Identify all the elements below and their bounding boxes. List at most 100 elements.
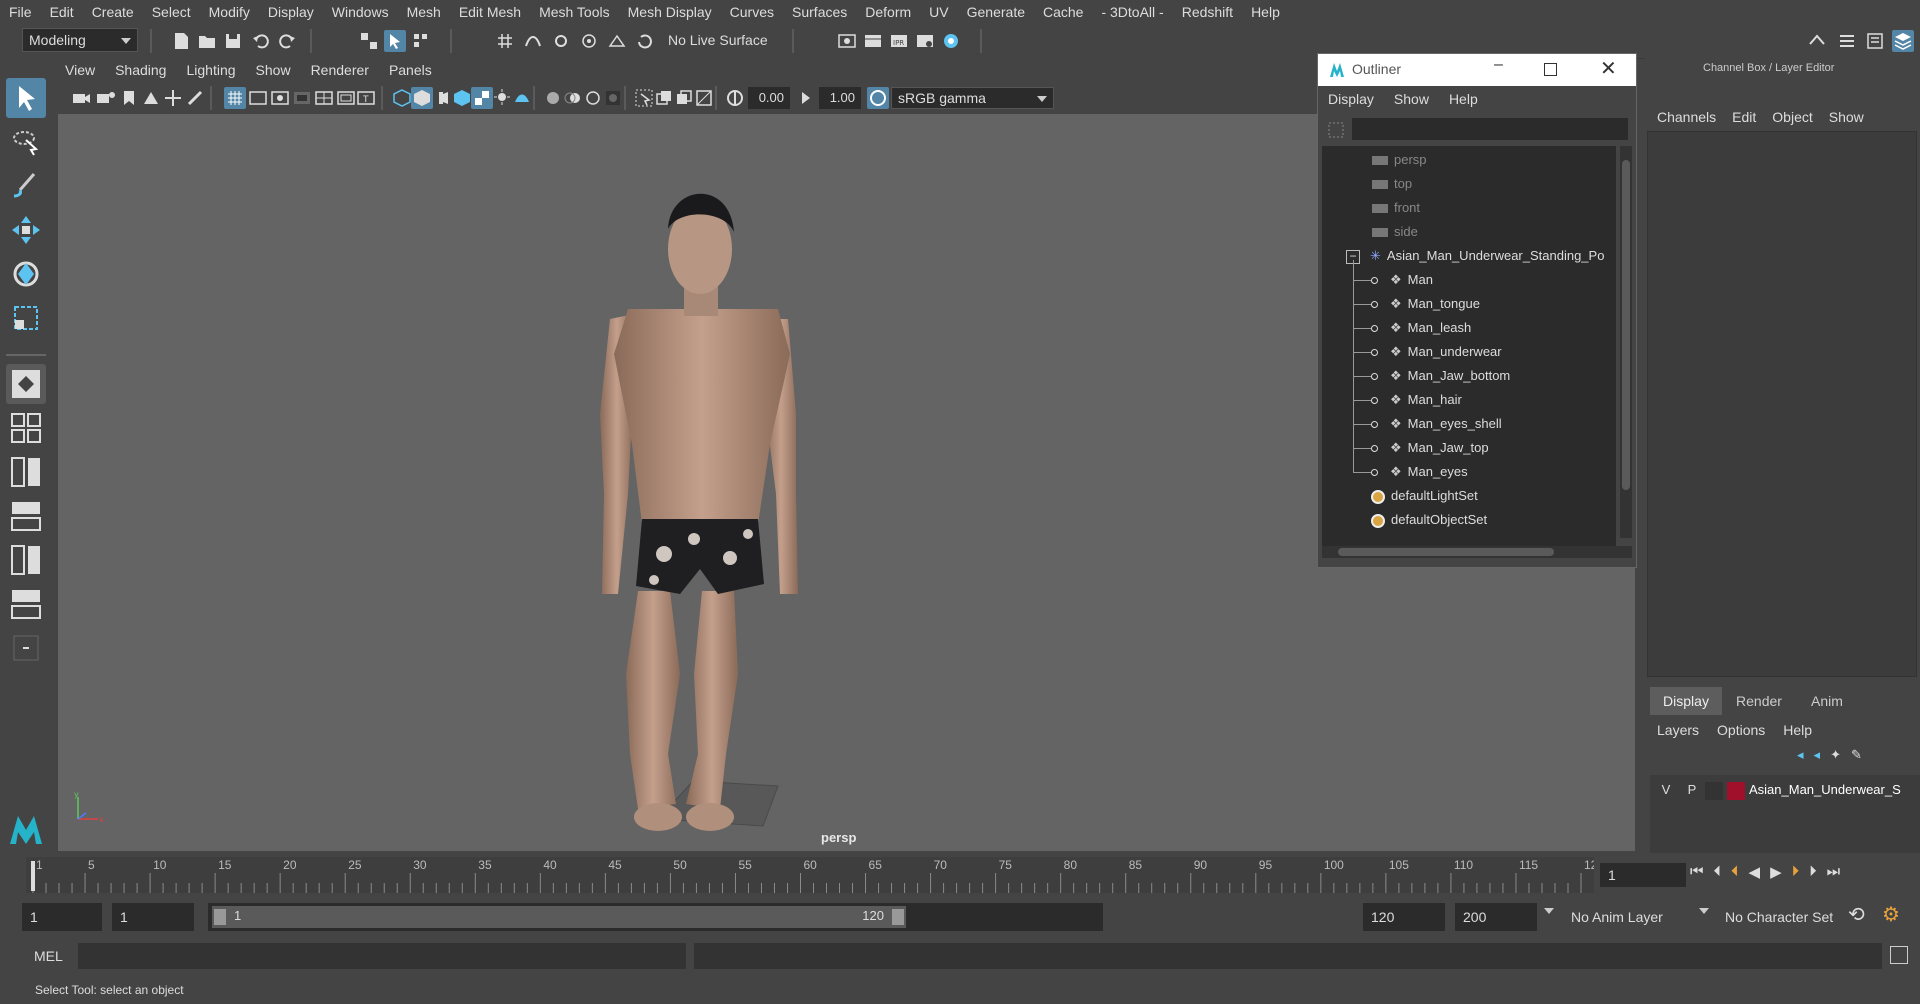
menu-select[interactable]: Select bbox=[143, 0, 200, 24]
menu-file[interactable]: File bbox=[0, 0, 41, 24]
snap-projected-center-icon[interactable] bbox=[578, 30, 600, 52]
menu-windows[interactable]: Windows bbox=[323, 0, 398, 24]
textured-icon[interactable] bbox=[471, 87, 493, 109]
viewport-menu-view[interactable]: View bbox=[55, 62, 105, 78]
lasso-tool-icon[interactable] bbox=[6, 122, 46, 162]
menu-redshift[interactable]: Redshift bbox=[1173, 0, 1242, 24]
outliner-menu-display[interactable]: Display bbox=[1318, 91, 1384, 107]
redo-icon[interactable] bbox=[276, 30, 298, 52]
menu-mesh-tools[interactable]: Mesh Tools bbox=[530, 0, 619, 24]
tree-item-set[interactable]: defaultObjectSet bbox=[1371, 508, 1487, 532]
horizontal-scrollbar[interactable] bbox=[1322, 546, 1632, 558]
outliner-search-input[interactable] bbox=[1352, 118, 1628, 140]
live-surface-field[interactable]: No Live Surface bbox=[662, 29, 786, 53]
more-layouts-icon[interactable] bbox=[6, 628, 46, 668]
render-view-icon[interactable] bbox=[914, 30, 936, 52]
close-button[interactable]: ✕ bbox=[1600, 56, 1617, 81]
scrollbar-thumb[interactable] bbox=[1622, 160, 1630, 490]
tree-item-mesh[interactable]: ❖ Man_Jaw_bottom bbox=[1353, 364, 1510, 388]
safe-action-icon[interactable] bbox=[335, 87, 357, 109]
film-gate-icon[interactable] bbox=[247, 87, 269, 109]
bookmark-icon[interactable] bbox=[118, 87, 140, 109]
character-set-dropdown[interactable]: No Character Set bbox=[1717, 903, 1857, 931]
safe-title-icon[interactable]: T bbox=[355, 87, 377, 109]
new-scene-icon[interactable] bbox=[170, 30, 192, 52]
current-frame-field[interactable]: 1 bbox=[1600, 863, 1686, 887]
command-input[interactable] bbox=[78, 943, 686, 969]
minimize-button[interactable]: – bbox=[1494, 56, 1503, 74]
snap-curve-icon[interactable] bbox=[522, 30, 544, 52]
persp-outliner-layout-icon[interactable] bbox=[6, 452, 46, 492]
channel-box-menu-edit[interactable]: Edit bbox=[1732, 109, 1756, 125]
playback-start-field[interactable]: 1 bbox=[112, 903, 194, 931]
mode-dropdown[interactable]: Modeling bbox=[22, 28, 138, 52]
tree-item-mesh[interactable]: ❖ Man_eyes_shell bbox=[1353, 412, 1502, 436]
time-slider-track[interactable]: 1 5 10 15 20 25 30 35 40 45 50 55 60 65 70 75 80 85 90 95 10… bbox=[26, 857, 1594, 893]
layer-color-swatch[interactable] bbox=[1727, 782, 1745, 800]
menu-cache[interactable]: Cache bbox=[1034, 0, 1092, 24]
gate-mask-icon[interactable] bbox=[291, 87, 313, 109]
menu-mesh[interactable]: Mesh bbox=[398, 0, 450, 24]
save-scene-icon[interactable] bbox=[222, 30, 244, 52]
field-chart-icon[interactable] bbox=[313, 87, 335, 109]
scrollbar-thumb[interactable] bbox=[1338, 548, 1554, 556]
move-layer-up-icon[interactable]: ◂ bbox=[1797, 747, 1804, 763]
menu-curves[interactable]: Curves bbox=[721, 0, 783, 24]
viewport-menu-lighting[interactable]: Lighting bbox=[176, 62, 245, 78]
layer-menu-options[interactable]: Options bbox=[1717, 722, 1765, 738]
animation-start-field[interactable]: 1 bbox=[22, 903, 102, 931]
outliner-menu-show[interactable]: Show bbox=[1384, 91, 1439, 107]
grid-toggle-icon[interactable] bbox=[224, 87, 246, 109]
open-scene-icon[interactable] bbox=[196, 30, 218, 52]
viewport-menu-renderer[interactable]: Renderer bbox=[301, 62, 379, 78]
camera-select-icon[interactable] bbox=[70, 87, 92, 109]
snap-view-plane-icon[interactable] bbox=[606, 30, 628, 52]
menu-uv[interactable]: UV bbox=[920, 0, 957, 24]
xray-components-icon[interactable] bbox=[693, 87, 715, 109]
image-plane-icon[interactable] bbox=[140, 87, 162, 109]
make-live-icon[interactable] bbox=[634, 30, 656, 52]
shadows-icon[interactable] bbox=[511, 87, 533, 109]
menu-edit[interactable]: Edit bbox=[41, 0, 83, 24]
isolate-select-icon[interactable] bbox=[633, 87, 655, 109]
viewport-menu-panels[interactable]: Panels bbox=[379, 62, 442, 78]
smooth-shade-icon[interactable] bbox=[411, 87, 433, 109]
step-forward-key-icon[interactable]: ⏵ bbox=[1792, 863, 1800, 881]
two-d-pan-icon[interactable] bbox=[162, 87, 184, 109]
tree-item-group[interactable]: − ✳ Asian_Man_Underwear_Standing_Po bbox=[1346, 244, 1604, 268]
snap-point-icon[interactable] bbox=[550, 30, 572, 52]
render-frame-icon[interactable] bbox=[862, 30, 884, 52]
resolution-gate-icon[interactable] bbox=[269, 87, 291, 109]
select-tool-icon[interactable] bbox=[6, 78, 46, 118]
layer-menu-layers[interactable]: Layers bbox=[1657, 722, 1699, 738]
tree-item-mesh[interactable]: ❖ Man_hair bbox=[1353, 388, 1462, 412]
script-editor-icon[interactable] bbox=[1890, 946, 1908, 964]
snap-grid-icon[interactable] bbox=[494, 30, 516, 52]
auto-key-icon[interactable]: ⟲ bbox=[1848, 902, 1865, 927]
move-tool-icon[interactable] bbox=[6, 210, 46, 250]
menu-modify[interactable]: Modify bbox=[200, 0, 259, 24]
vertical-scrollbar[interactable] bbox=[1620, 146, 1632, 538]
menu-display[interactable]: Display bbox=[259, 0, 323, 24]
range-start-grip[interactable] bbox=[214, 909, 226, 925]
step-forward-frame-icon[interactable]: ⏵ bbox=[1809, 863, 1817, 881]
anim-layer-dropdown[interactable]: No Anim Layer bbox=[1563, 903, 1699, 931]
color-management-icon[interactable] bbox=[867, 87, 889, 109]
menu-help[interactable]: Help bbox=[1242, 0, 1289, 24]
xray-icon[interactable] bbox=[653, 87, 675, 109]
play-backwards-icon[interactable]: ◀ bbox=[1749, 863, 1761, 881]
chevron-down-icon[interactable] bbox=[1699, 908, 1709, 914]
viewport-menu-shading[interactable]: Shading bbox=[105, 62, 176, 78]
render-settings-icon[interactable] bbox=[836, 30, 858, 52]
channel-box-toggle-icon[interactable] bbox=[1892, 30, 1914, 52]
default-material-icon[interactable] bbox=[431, 87, 453, 109]
depth-of-field-icon[interactable] bbox=[602, 87, 624, 109]
step-back-key-icon[interactable]: ⏴ bbox=[1731, 863, 1739, 881]
layer-menu-help[interactable]: Help bbox=[1783, 722, 1812, 738]
outliner-menu-help[interactable]: Help bbox=[1439, 91, 1488, 107]
hypershade-layout-icon[interactable] bbox=[6, 540, 46, 580]
xray-joints-icon[interactable] bbox=[673, 87, 695, 109]
range-end-grip[interactable] bbox=[892, 909, 904, 925]
tree-item-mesh[interactable]: ❖ Man bbox=[1353, 268, 1433, 292]
uv-editor-layout-icon[interactable] bbox=[6, 584, 46, 624]
